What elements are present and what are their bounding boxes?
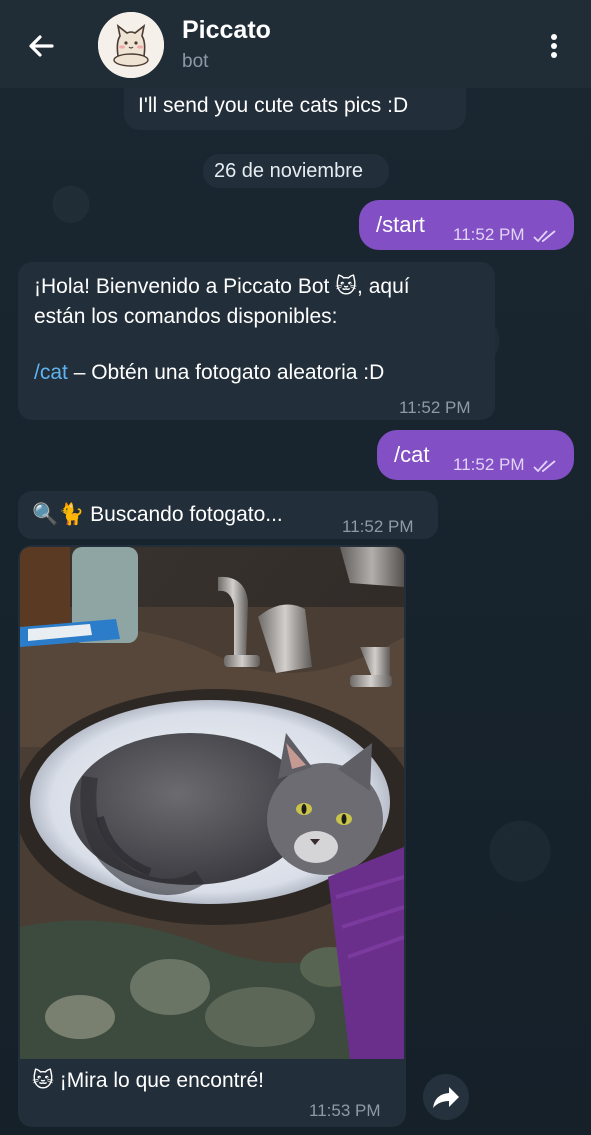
outgoing-message-start[interactable]: /start 11:52 PM (359, 200, 574, 250)
message-time: 11:52 PM (453, 455, 559, 475)
intro-text: I'll send you cute cats pics :D (138, 94, 409, 117)
share-forward-icon (433, 1087, 459, 1108)
page-title[interactable]: Piccato (182, 16, 271, 45)
cat-command-link[interactable]: /cat (34, 361, 68, 384)
cat-avatar-icon (98, 12, 164, 78)
incoming-message-searching[interactable]: 🔍🐈 Buscando fotogato... 11:52 PM (18, 491, 438, 539)
double-check-icon (533, 229, 556, 242)
command-line: /cat – Obtén una fotogato aleatoria :D (34, 358, 384, 388)
time-text: 11:52 PM (453, 455, 525, 474)
back-arrow-icon (29, 35, 54, 57)
date-text: 26 de noviembre (214, 160, 363, 182)
cat-command-desc: – Obtén una fotogato aleatoria :D (67, 361, 385, 384)
message-time: 11:52 PM (399, 398, 471, 417)
message-time: 11:52 PM (342, 517, 414, 536)
share-button[interactable] (423, 1074, 469, 1120)
message-time: 11:52 PM (453, 225, 559, 245)
more-vert-icon (551, 34, 557, 58)
chat-subtitle: bot (182, 51, 209, 72)
outgoing-message-cat[interactable]: /cat 11:52 PM (377, 430, 574, 480)
double-check-icon (533, 459, 556, 472)
incoming-photo-message[interactable]: 🐱 ¡Mira lo que encontré! 11:53 PM (18, 545, 406, 1127)
cat-photo[interactable] (20, 547, 404, 1059)
welcome-line-1: ¡Hola! Bienvenido a Piccato Bot 🐱, aquí (34, 275, 410, 298)
more-options-button[interactable] (536, 28, 572, 64)
welcome-line-2: están los comandos disponibles: (34, 305, 338, 328)
back-button[interactable] (22, 26, 62, 66)
start-command-text: /start (376, 212, 425, 237)
cat-command-text: /cat (394, 442, 430, 467)
incoming-message-welcome[interactable]: ¡Hola! Bienvenido a Piccato Bot 🐱, aquí … (18, 262, 495, 420)
date-separator: 26 de noviembre (203, 154, 389, 188)
chat-header: Piccato bot (0, 0, 591, 88)
photo-caption: 🐱 ¡Mira lo que encontré! (32, 1069, 264, 1092)
avatar[interactable] (98, 12, 164, 78)
searching-text: 🔍🐈 Buscando fotogato... (32, 503, 283, 526)
time-text: 11:52 PM (453, 225, 525, 244)
message-time: 11:53 PM (309, 1101, 381, 1120)
